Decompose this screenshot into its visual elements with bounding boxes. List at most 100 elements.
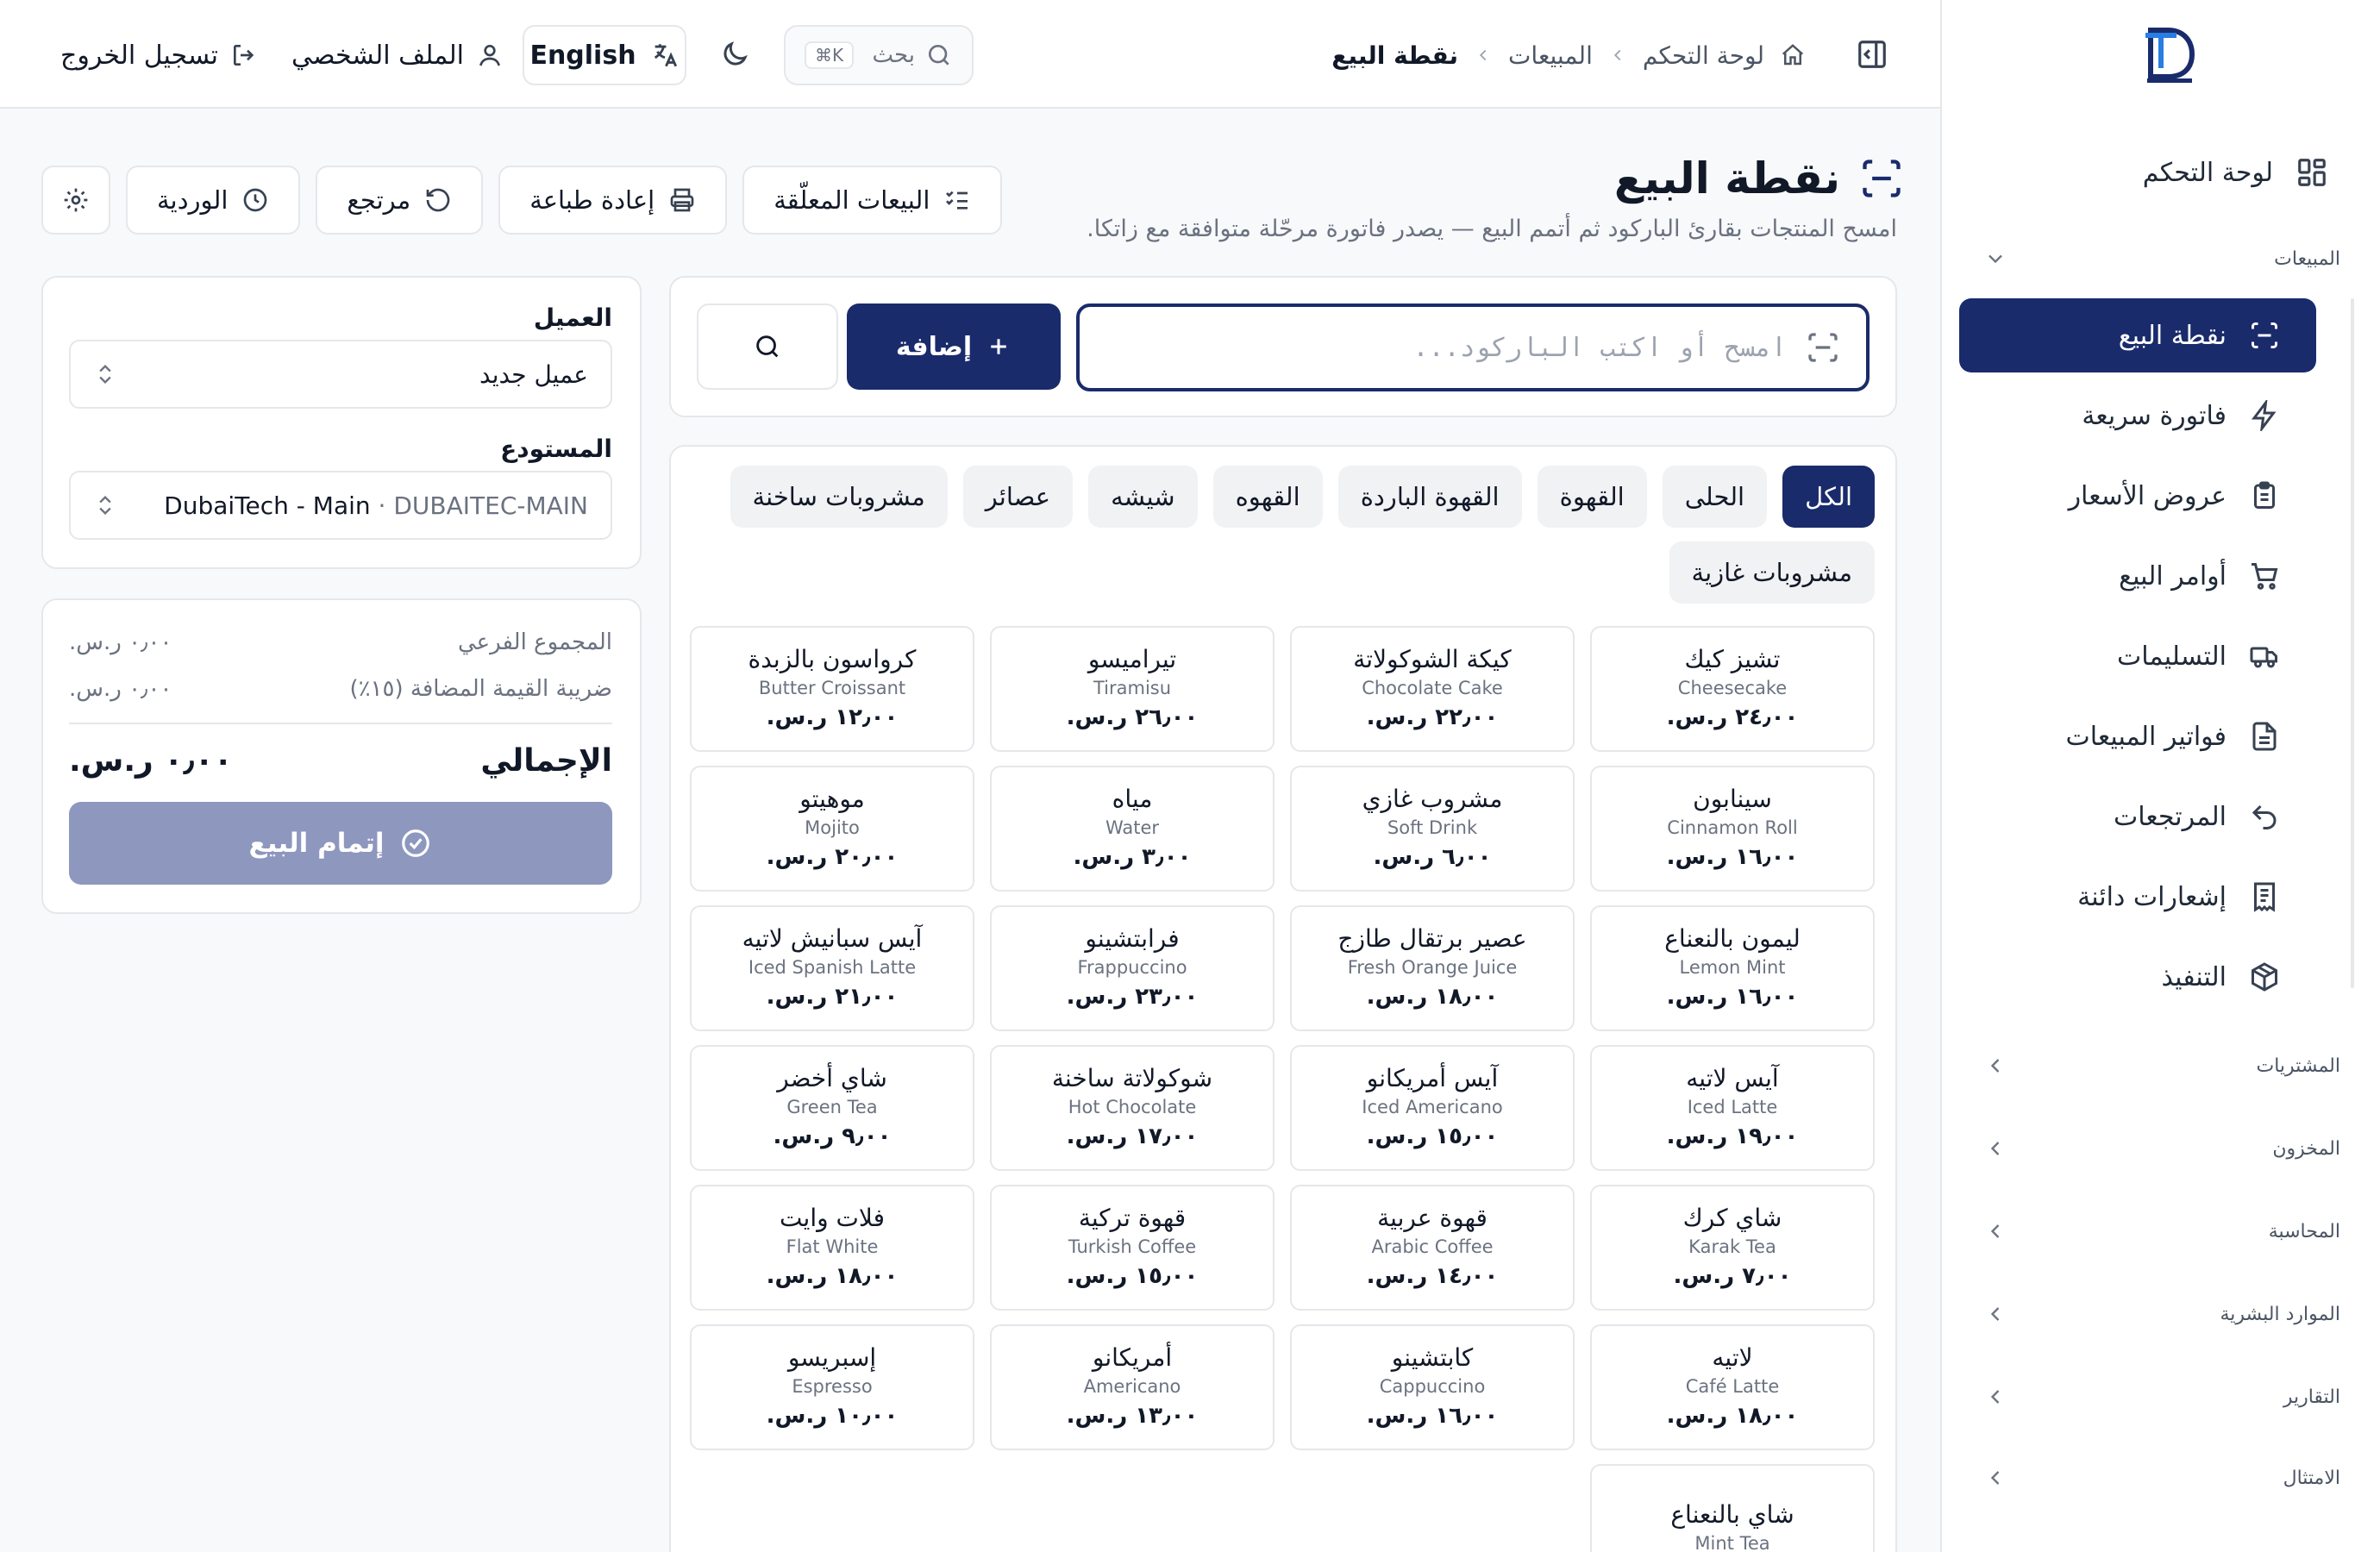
category-chip-6[interactable]: عصائر xyxy=(962,466,1074,528)
global-search[interactable]: بحث ⌘K xyxy=(784,25,974,85)
sidebar-group-0[interactable]: المشتريات xyxy=(1983,1054,2340,1078)
logout-link[interactable]: تسجيل الخروج xyxy=(60,31,258,79)
product-card[interactable]: قهوة عربية Arabic Coffee ١٤٫٠٠ ر.س. xyxy=(1290,1185,1575,1311)
product-price: ١٧٫٠٠ ر.س. xyxy=(1066,1123,1199,1149)
category-chip-7[interactable]: مشروبات ساخنة xyxy=(730,466,948,528)
product-price: ١٨٫٠٠ ر.س. xyxy=(1366,984,1499,1010)
category-chip-5[interactable]: شيشه xyxy=(1088,466,1198,528)
sidebar-group-1[interactable]: المخزون xyxy=(1983,1136,2340,1161)
chevron-left-icon xyxy=(1990,1471,2000,1485)
product-card[interactable]: شاي كرك Karak Tea ٧٫٠٠ ر.س. xyxy=(1590,1185,1875,1311)
product-card[interactable]: آيس لاتيه Iced Latte ١٩٫٠٠ ر.س. xyxy=(1590,1045,1875,1171)
product-price: ٢٠٫٠٠ ر.س. xyxy=(766,844,899,870)
sidebar-item-4[interactable]: التسليمات xyxy=(1959,619,2316,693)
profile-link[interactable]: الملف الشخصي xyxy=(291,31,504,79)
product-card[interactable]: كيكة الشوكولاتة Chocolate Cake ٢٢٫٠٠ ر.س. xyxy=(1290,626,1575,752)
category-chip-1[interactable]: الحلى xyxy=(1662,466,1768,528)
product-name-en: Café Latte xyxy=(1685,1376,1780,1397)
shift-button[interactable]: الوردية xyxy=(126,166,301,235)
product-name-ar: قهوة عربية xyxy=(1377,1204,1488,1232)
bolt-icon xyxy=(2252,400,2277,431)
product-card[interactable]: شاي أخضر Green Tea ٩٫٠٠ ر.س. xyxy=(690,1045,974,1171)
product-card[interactable]: مياه Water ٣٫٠٠ ر.س. xyxy=(990,766,1275,892)
product-name-ar: شاي كرك xyxy=(1682,1204,1782,1232)
category-chip-4[interactable]: القهوه xyxy=(1212,466,1323,528)
sidebar-item-6[interactable]: المرتجعات xyxy=(1959,779,2316,854)
product-card[interactable]: شوكولاتة ساخنة Hot Chocolate ١٧٫٠٠ ر.س. xyxy=(990,1045,1275,1171)
held-sales-button[interactable]: البيعات المعلّقة xyxy=(742,166,1003,235)
add-button[interactable]: إضافة xyxy=(847,304,1061,390)
product-card[interactable]: تيراميسو Tiramisu ٢٦٫٠٠ ر.س. xyxy=(990,626,1275,752)
breadcrumb-sales[interactable]: المبيعات xyxy=(1508,41,1593,70)
sidebar-toggle-icon[interactable] xyxy=(1856,38,1888,71)
sidebar-item-7[interactable]: إشعارات دائنة xyxy=(1959,860,2316,934)
chevrons-up-down-icon xyxy=(99,496,111,515)
sidebar: لوحة التحكم المبيعات نقطة البيع فاتورة سر… xyxy=(1940,0,2380,1552)
sidebar-item-1[interactable]: فاتورة سريعة xyxy=(1959,379,2316,453)
product-card[interactable]: فرابتشينو Frappuccino ٢٣٫٠٠ ر.س. xyxy=(990,905,1275,1031)
language-button[interactable]: English xyxy=(523,25,686,85)
category-chip-0[interactable]: الكل xyxy=(1782,466,1875,528)
product-search-button[interactable] xyxy=(697,304,838,390)
product-name-en: Turkish Coffee xyxy=(1068,1236,1197,1257)
add-label: إضافة xyxy=(895,331,973,362)
product-card[interactable]: سينابون Cinnamon Roll ١٦٫٠٠ ر.س. xyxy=(1590,766,1875,892)
warehouse-select[interactable]: DubaiTech - Main · DUBAITEC-MAIN xyxy=(69,471,612,540)
customer-select[interactable]: عميل جديد xyxy=(69,340,612,409)
chevron-left-icon xyxy=(1613,49,1621,61)
product-name-ar: آيس لاتيه xyxy=(1686,1064,1779,1092)
product-name-en: Iced Americano xyxy=(1362,1097,1503,1117)
product-card[interactable]: شاي بالنعناع Mint Tea xyxy=(1590,1464,1875,1552)
product-card[interactable]: ليمون بالنعناع Lemon Mint ١٦٫٠٠ ر.س. xyxy=(1590,905,1875,1031)
sidebar-item-5[interactable]: فواتير المبيعات xyxy=(1959,699,2316,773)
sidebar-item-3[interactable]: أوامر البيع xyxy=(1959,539,2316,613)
category-chip-3[interactable]: القهوة الباردة xyxy=(1337,466,1522,528)
product-card[interactable]: إسبريسو Espresso ١٠٫٠٠ ر.س. xyxy=(690,1324,974,1450)
warehouse-value: DubaiTech - Main · DUBAITEC-MAIN xyxy=(164,491,588,520)
dubaitech-logo[interactable] xyxy=(2142,23,2197,85)
rotate-ccw-icon xyxy=(426,188,450,212)
reprint-button[interactable]: إعادة طباعة xyxy=(498,166,728,235)
product-price: ٣٫٠٠ ر.س. xyxy=(1073,844,1192,870)
sidebar-group-label: الموارد البشرية xyxy=(2220,1303,2340,1325)
product-price: ٢٢٫٠٠ ر.س. xyxy=(1366,704,1499,730)
product-card[interactable]: موهيتو Mojito ٢٠٫٠٠ ر.س. xyxy=(690,766,974,892)
category-chip-2[interactable]: القهوة xyxy=(1537,466,1647,528)
sidebar-item-dashboard[interactable]: لوحة التحكم xyxy=(1971,151,2328,194)
subtotal-row: المجموع الفرعي ٠٫٠٠ ر.س. xyxy=(69,629,612,655)
product-card[interactable]: كرواسون بالزبدة Butter Croissant ١٢٫٠٠ ر.س… xyxy=(690,626,974,752)
chevron-left-icon xyxy=(1990,1390,2000,1404)
sidebar-group-5[interactable]: الامتثال xyxy=(1983,1466,2340,1490)
product-card[interactable]: آيس سبانيش لاتيه Iced Spanish Latte ٢١٫٠٠ … xyxy=(690,905,974,1031)
subtotal-label: المجموع الفرعي xyxy=(457,629,612,655)
product-name-en: Mint Tea xyxy=(1694,1533,1770,1552)
sidebar-group-4[interactable]: التقارير xyxy=(1983,1385,2340,1409)
sidebar-item-8[interactable]: التنفيذ xyxy=(1959,940,2316,1014)
totals-card: المجموع الفرعي ٠٫٠٠ ر.س. ضريبة القيمة ال… xyxy=(41,598,642,914)
product-card[interactable]: آيس أمريكانو Iced Americano ١٥٫٠٠ ر.س. xyxy=(1290,1045,1575,1171)
moon-icon[interactable] xyxy=(719,39,750,70)
product-card[interactable]: فلات وايت Flat White ١٨٫٠٠ ر.س. xyxy=(690,1185,974,1311)
product-card[interactable]: لاتيه Café Latte ١٨٫٠٠ ر.س. xyxy=(1590,1324,1875,1450)
barcode-input[interactable]: امسح أو اكتب الباركود... xyxy=(1076,304,1870,391)
product-card[interactable]: عصير برتقال طازج Fresh Orange Juice ١٨٫٠٠ … xyxy=(1290,905,1575,1031)
product-name-en: Chocolate Cake xyxy=(1362,678,1503,698)
product-card[interactable]: مشروب غازي Soft Drink ٦٫٠٠ ر.س. xyxy=(1290,766,1575,892)
product-card[interactable]: أمريكانو Americano ١٣٫٠٠ ر.س. xyxy=(990,1324,1275,1450)
sidebar-item-0[interactable]: نقطة البيع xyxy=(1959,298,2316,372)
product-card[interactable]: قهوة تركية Turkish Coffee ١٥٫٠٠ ر.س. xyxy=(990,1185,1275,1311)
category-chip-8[interactable]: مشروبات غازية xyxy=(1669,541,1875,604)
settings-button[interactable] xyxy=(41,166,110,235)
product-card[interactable]: تشيز كيك Cheesecake ٢٤٫٠٠ ر.س. xyxy=(1590,626,1875,752)
sidebar-group-sales[interactable]: المبيعات xyxy=(1983,247,2340,271)
sidebar-group-2[interactable]: المحاسبة xyxy=(1983,1219,2340,1243)
complete-sale-button[interactable]: إتمام البيع xyxy=(69,802,612,885)
sidebar-item-2[interactable]: عروض الأسعار xyxy=(1959,459,2316,533)
translate-icon xyxy=(654,44,677,67)
return-button[interactable]: مرتجع xyxy=(316,166,484,235)
product-card[interactable]: كابتشينو Cappuccino ١٦٫٠٠ ر.س. xyxy=(1290,1324,1575,1450)
printer-icon xyxy=(670,188,694,212)
product-price: ١٨٫٠٠ ر.س. xyxy=(766,1263,899,1289)
sidebar-group-3[interactable]: الموارد البشرية xyxy=(1983,1302,2340,1326)
breadcrumb-dashboard[interactable]: لوحة التحكم xyxy=(1643,41,1764,70)
